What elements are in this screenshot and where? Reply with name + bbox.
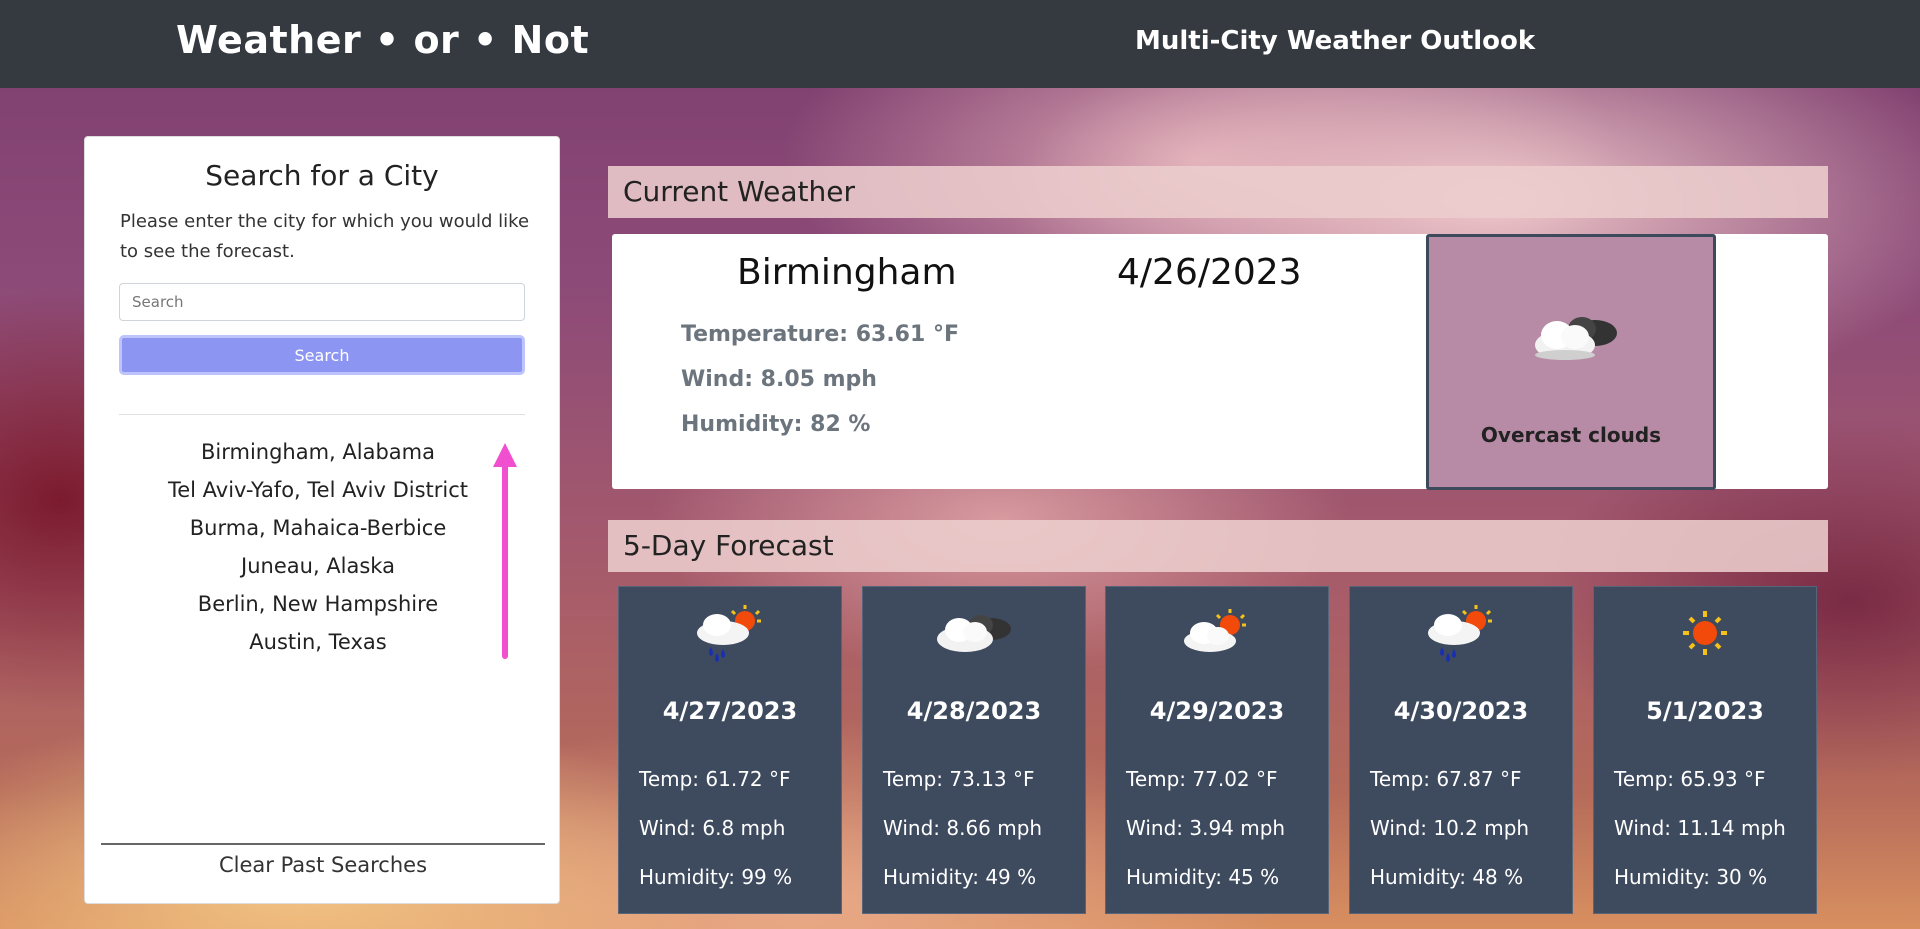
forecast-wind: Wind: 11.14 mph (1614, 816, 1786, 840)
rain-sun-icon (697, 605, 761, 662)
forecast-date: 4/27/2023 (662, 697, 798, 725)
forecast-wind: Wind: 8.66 mph (883, 816, 1043, 840)
current-humidity: Humidity: 82 % (681, 412, 871, 437)
forecast-humidity: Humidity: 45 % (1126, 865, 1280, 889)
forecast-date: 4/28/2023 (906, 697, 1042, 725)
current-weather-header: Current Weather (608, 166, 1828, 218)
forecast-date: 5/1/2023 (1646, 697, 1764, 725)
condition-label: Overcast clouds (1480, 423, 1662, 447)
partly-cloudy-icon (1184, 609, 1246, 652)
footer-divider (101, 843, 545, 845)
forecast-temp: Temp: 73.13 °F (883, 767, 1035, 791)
sidebar-divider (119, 414, 525, 415)
current-wind: Wind: 8.05 mph (681, 367, 877, 392)
current-city: Birmingham (737, 252, 957, 293)
sidebar-title: Search for a City (205, 159, 439, 192)
search-history-list: Birmingham, Alabama Tel Aviv-Yafo, Tel A… (85, 433, 561, 661)
forecast-header: 5-Day Forecast (608, 520, 1828, 572)
arrow-up-icon (493, 443, 517, 659)
forecast-humidity: Humidity: 49 % (883, 865, 1037, 889)
current-date: 4/26/2023 (1117, 252, 1302, 293)
history-item[interactable]: Juneau, Alaska (85, 547, 551, 585)
history-item[interactable]: Berlin, New Hampshire (85, 585, 551, 623)
clear-past-searches-button[interactable]: Clear Past Searches (85, 853, 561, 877)
forecast-card: 5/1/2023 Temp: 65.93 °F Wind: 11.14 mph … (1593, 586, 1817, 914)
forecast-wind: Wind: 3.94 mph (1126, 816, 1286, 840)
search-input[interactable] (119, 283, 525, 321)
history-item[interactable]: Burma, Mahaica-Berbice (85, 509, 551, 547)
forecast-temp: Temp: 65.93 °F (1614, 767, 1766, 791)
search-button[interactable]: Search (119, 335, 525, 375)
forecast-card: 4/27/2023 Temp: 61.72 °F Wind: 6.8 mph H… (618, 586, 842, 914)
navbar: Weather • or • Not Multi-City Weather Ou… (0, 0, 1920, 88)
current-weather-card: Birmingham 4/26/2023 Temperature: 63.61 … (612, 234, 1828, 490)
forecast-card: 4/30/2023 Temp: 67.87 °F Wind: 10.2 mph … (1349, 586, 1573, 914)
forecast-wind: Wind: 6.8 mph (639, 816, 786, 840)
sidebar-description: Please enter the city for which you woul… (120, 211, 530, 262)
forecast-humidity: Humidity: 48 % (1370, 865, 1524, 889)
brand-title[interactable]: Weather • or • Not (176, 18, 589, 62)
forecast-humidity: Humidity: 30 % (1614, 865, 1768, 889)
search-sidebar: Search for a City Please enter the city … (84, 136, 560, 904)
app-subtitle: Multi-City Weather Outlook (1135, 26, 1536, 56)
history-item[interactable]: Birmingham, Alabama (85, 433, 551, 471)
history-item[interactable]: Tel Aviv-Yafo, Tel Aviv District (85, 471, 551, 509)
forecast-card: 4/29/2023 Temp: 77.02 °F Wind: 3.94 mph … (1105, 586, 1329, 914)
clear-sun-icon (1683, 611, 1727, 655)
overcast-clouds-icon (937, 615, 1011, 652)
condition-box: Overcast clouds (1426, 234, 1716, 490)
current-temperature: Temperature: 63.61 °F (681, 322, 959, 347)
forecast-date: 4/30/2023 (1393, 697, 1529, 725)
history-item[interactable]: Austin, Texas (85, 623, 551, 661)
forecast-temp: Temp: 77.02 °F (1126, 767, 1278, 791)
overcast-clouds-icon (1535, 317, 1617, 360)
forecast-humidity: Humidity: 99 % (639, 865, 793, 889)
forecast-wind: Wind: 10.2 mph (1370, 816, 1530, 840)
rain-sun-icon (1428, 605, 1492, 662)
forecast-date: 4/29/2023 (1149, 697, 1285, 725)
forecast-card: 4/28/2023 Temp: 73.13 °F Wind: 8.66 mph … (862, 586, 1086, 914)
forecast-temp: Temp: 61.72 °F (639, 767, 791, 791)
forecast-temp: Temp: 67.87 °F (1370, 767, 1522, 791)
